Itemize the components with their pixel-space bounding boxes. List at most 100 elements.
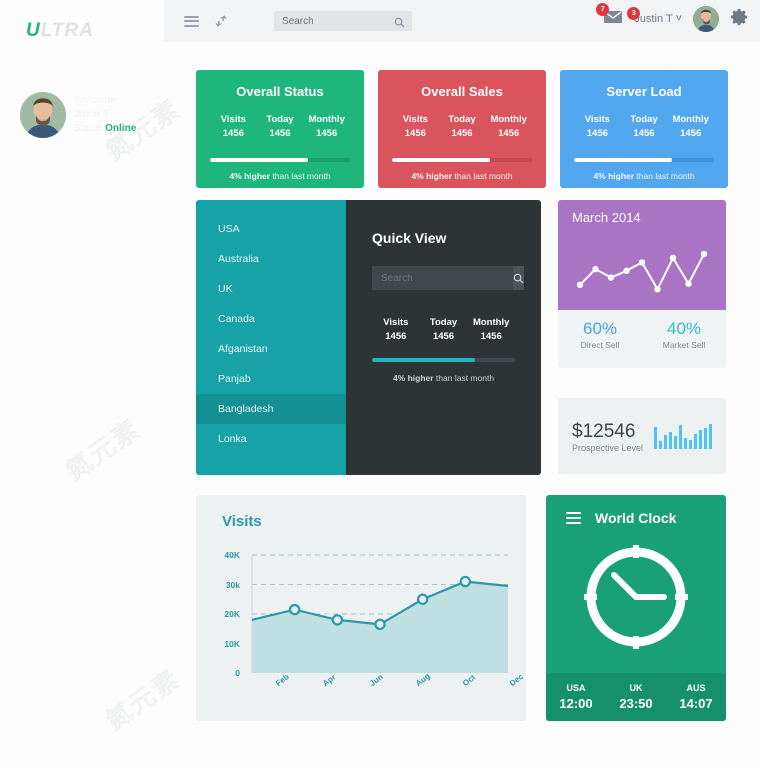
world-clock-card[interactable]: World Clock USA 12:00 UK 23:50 AUS 14:07 (546, 495, 726, 721)
stat-value: 1456 (269, 128, 291, 139)
settings-button[interactable] (730, 8, 748, 31)
quick-view-value: 1456 (480, 331, 502, 342)
menu-icon[interactable] (182, 12, 200, 30)
stat-label: Monthly (672, 114, 709, 125)
clock-zone-time: 23:50 (619, 696, 653, 711)
quick-view-footnote-rest: than last month (433, 373, 495, 383)
market-sell-pct: 40% (666, 319, 702, 338)
dashboard-page: 氮元素 氮元素 氮元素 氮元素 氮元素 氮元素 ULTRA (0, 0, 760, 768)
prospective-caption: Prospective Level (572, 442, 644, 453)
messages-button[interactable]: 7 (596, 2, 623, 30)
quick-view-column: Today 1456 (420, 316, 468, 344)
month-chart-area: March 2014 (558, 200, 726, 310)
quick-view-panel: Quick View Visits 1456 Today 1456 Monthl… (346, 200, 541, 475)
stat-label: Today (630, 114, 658, 125)
quick-view-value: 1456 (432, 331, 455, 342)
country-item-lonka[interactable]: Lonka (196, 424, 346, 454)
clock-zone-aus: AUS 14:07 (666, 673, 726, 721)
watermark: 氮元素 (60, 414, 147, 487)
stat-card-overall-sales[interactable]: Overall Sales Visits 1456 Today 1456 Mon… (378, 70, 546, 188)
month-title: March 2014 (572, 210, 641, 225)
prospective-level-card[interactable]: $12546 Prospective Level (558, 398, 726, 474)
watermark: 氮元素 (100, 664, 187, 737)
visits-chart-card[interactable]: Visits 0 10K 20K 30k 40K Feb Apr Jun Aug Oct Dec (196, 495, 526, 721)
menu-icon[interactable] (566, 509, 581, 527)
search-box[interactable] (274, 11, 412, 33)
stat-footnote-rest: than last month (270, 171, 331, 181)
country-item-australia[interactable]: Australia (196, 244, 346, 274)
gear-icon (730, 8, 748, 25)
quick-view-title: Quick View (372, 230, 447, 246)
quick-view-value: 1456 (385, 331, 407, 342)
market-sell-stat: 40% Market Sell (642, 310, 726, 368)
country-item-bangladesh[interactable]: Bangladesh (196, 394, 346, 424)
app-logo[interactable]: ULTRA (26, 20, 94, 42)
stat-value: 1456 (222, 128, 244, 139)
sparkline-bar (674, 436, 677, 449)
stat-label: Today (448, 114, 476, 125)
month-summary-card[interactable]: March 2014 60% Direct Sell 40% Market Se… (558, 200, 726, 368)
progress-fill (372, 358, 475, 362)
sparkline-bar (659, 441, 662, 449)
grid-icon[interactable] (242, 12, 260, 30)
country-item-panjab[interactable]: Panjab (196, 364, 346, 394)
sparkline-bar (699, 430, 702, 449)
clock-icon (584, 545, 688, 649)
clock-zone-label: USA (566, 683, 586, 693)
quick-view-label: Today (429, 317, 458, 328)
profile-photo (20, 92, 66, 138)
sparkline-bar (689, 440, 692, 449)
visits-area-chart (251, 554, 509, 673)
stat-card-title: Overall Status (236, 84, 324, 99)
stat-footnote-bold: 4% higher (229, 171, 271, 181)
stat-label: Today (266, 114, 294, 125)
clock-zone-usa: USA 12:00 (546, 673, 606, 721)
toolbar-icons (182, 12, 260, 30)
clock-face (546, 537, 726, 657)
stat-label: Monthly (308, 114, 345, 125)
refresh-icon[interactable] (212, 12, 230, 30)
user-menu[interactable]: 3 Justin T ˅ (627, 7, 682, 25)
clock-zone-uk: UK 23:50 (606, 673, 666, 721)
stat-column: Today 1456 (439, 113, 486, 141)
stat-footnote-bold: 4% higher (411, 171, 453, 181)
quick-view-search-input[interactable] (372, 266, 513, 290)
status-badge: Online (105, 123, 137, 134)
country-item-canada[interactable]: Canada (196, 304, 346, 334)
clock-zone-label: AUS (686, 683, 706, 693)
stat-columns: Visits 1456 Today 1456 Monthly 1456 (574, 113, 714, 141)
stat-value: 1456 (586, 128, 608, 139)
stat-card-title: Server Load (606, 84, 682, 99)
stat-card-overall-status[interactable]: Overall Status Visits 1456 Today 1456 Mo… (196, 70, 364, 188)
quick-view-search-button[interactable] (513, 266, 524, 290)
stat-card-server-load[interactable]: Server Load Visits 1456 Today 1456 Month… (560, 70, 728, 188)
quick-view-progress-bar (372, 358, 515, 362)
progress-fill (210, 158, 308, 162)
country-item-uk[interactable]: UK (196, 274, 346, 304)
profile-status: Status Online (74, 122, 136, 136)
stat-label: Visits (584, 114, 610, 125)
prospective-text: $12546 Prospective Level (572, 420, 643, 453)
stat-footnote-rest: than last month (452, 171, 513, 181)
profile-avatar[interactable] (20, 92, 66, 138)
country-item-afganistan[interactable]: Afganistan (196, 334, 346, 364)
avatar[interactable] (693, 6, 719, 32)
quick-view-footnote-bold: 4% higher (392, 373, 434, 383)
profile-welcome: Welcome (74, 95, 116, 106)
world-clock-zones: USA 12:00 UK 23:50 AUS 14:07 (546, 673, 726, 721)
user-name-label: Justin T (634, 13, 673, 25)
quick-view-search[interactable] (372, 266, 524, 290)
stat-label: Visits (402, 114, 428, 125)
profile-status-label: Status (74, 123, 103, 134)
search-icon[interactable] (394, 15, 405, 33)
country-item-usa[interactable]: USA (196, 214, 346, 244)
chevron-down-icon[interactable]: ˅ (676, 13, 682, 25)
stat-card-title: Overall Sales (421, 84, 503, 99)
stat-column: Today 1456 (621, 113, 668, 141)
sparkline-bar (664, 435, 667, 449)
sparkline-bar (679, 425, 682, 449)
search-input[interactable] (274, 11, 386, 32)
stat-footnote-bold: 4% higher (593, 171, 635, 181)
profile-text: Welcome Justin T Status Online (74, 94, 136, 136)
search-icon (513, 273, 524, 284)
